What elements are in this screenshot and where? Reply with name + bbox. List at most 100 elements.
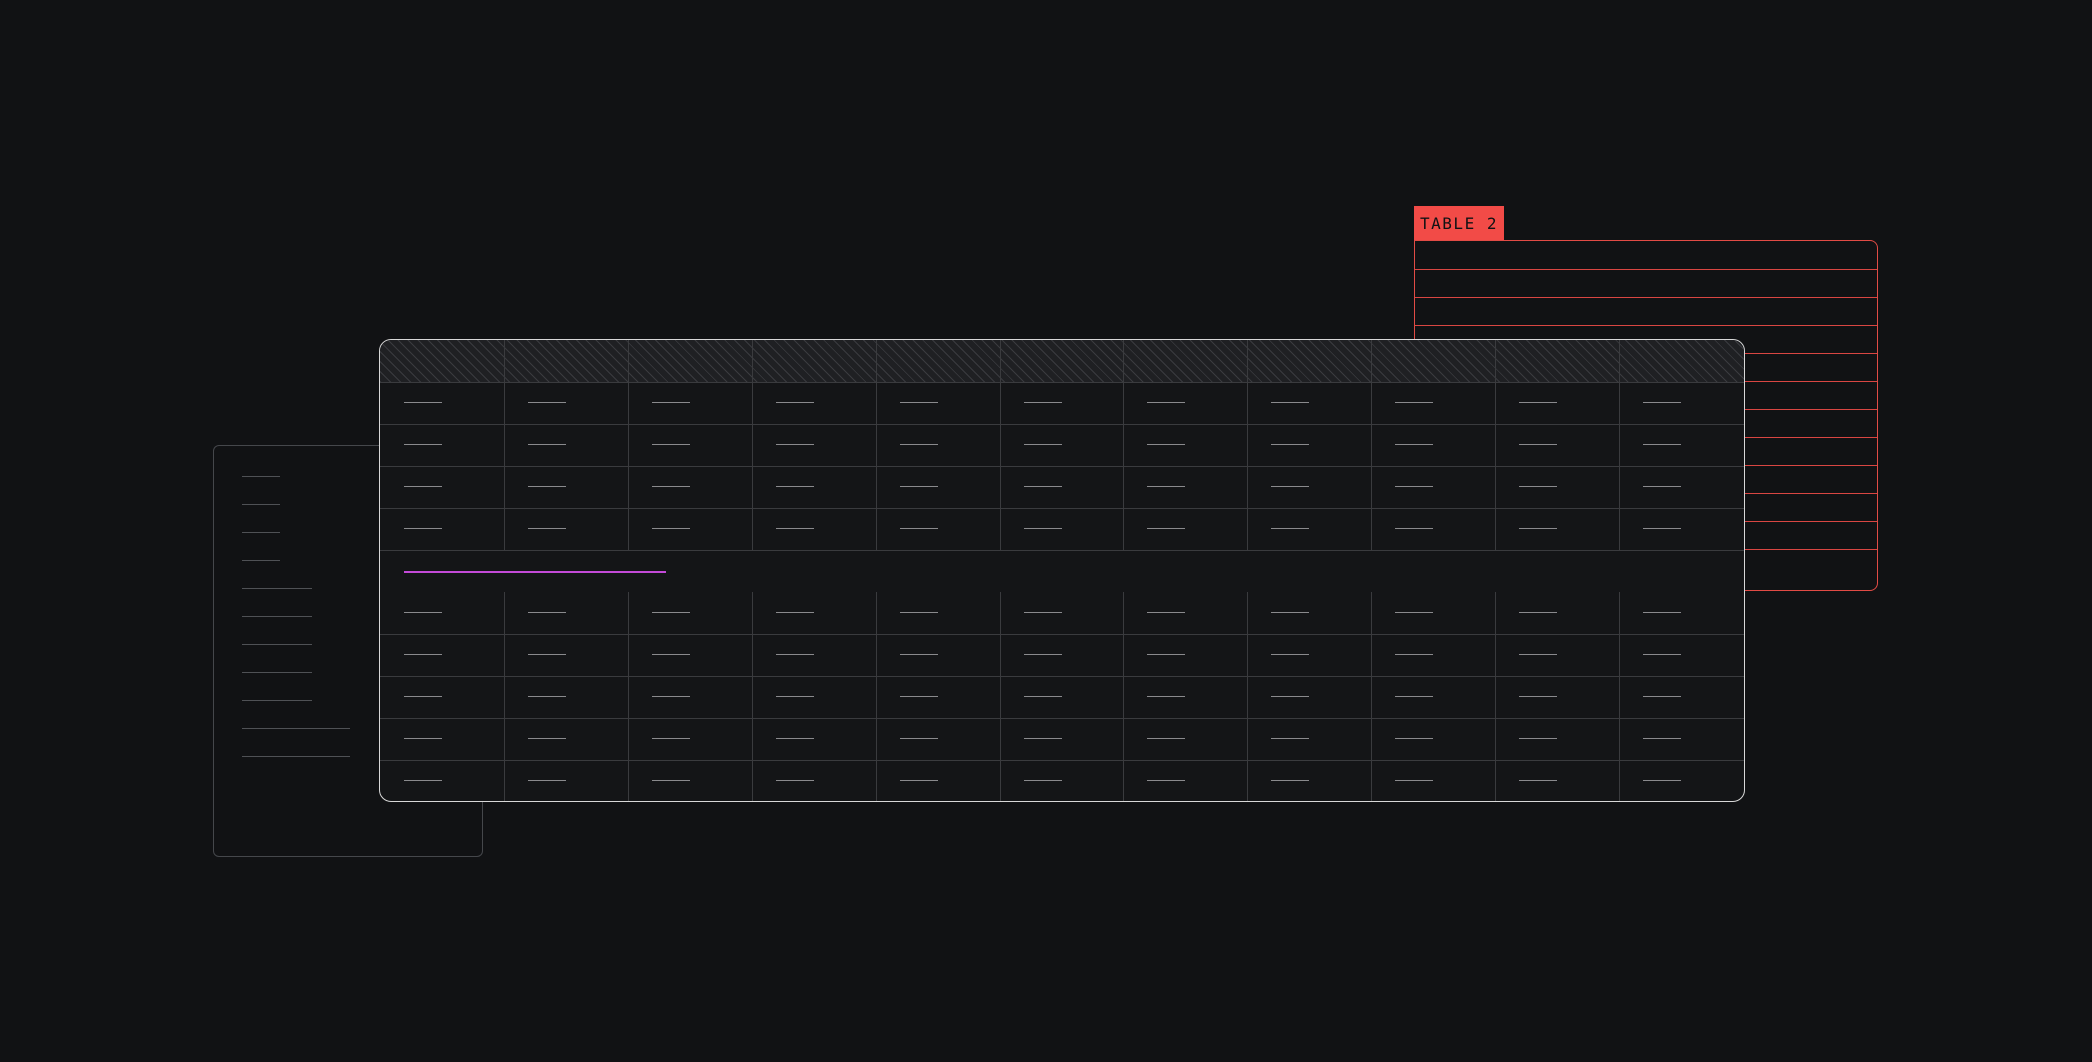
cell-placeholder[interactable]: [1643, 612, 1681, 613]
cell-placeholder[interactable]: [404, 612, 442, 613]
cell-placeholder[interactable]: [528, 696, 566, 697]
cell-placeholder[interactable]: [652, 444, 690, 445]
cell-placeholder[interactable]: [528, 780, 566, 781]
cell-placeholder[interactable]: [1519, 780, 1557, 781]
cell-placeholder[interactable]: [652, 612, 690, 613]
cell-placeholder[interactable]: [528, 402, 566, 403]
cell-placeholder[interactable]: [404, 654, 442, 655]
cell-placeholder[interactable]: [404, 780, 442, 781]
cell-placeholder[interactable]: [1643, 654, 1681, 655]
cell-placeholder[interactable]: [1147, 738, 1185, 739]
cell-placeholder[interactable]: [1519, 486, 1557, 487]
cell-placeholder[interactable]: [1395, 402, 1433, 403]
cell-placeholder[interactable]: [1395, 696, 1433, 697]
cell-placeholder[interactable]: [1271, 528, 1309, 529]
cell-placeholder[interactable]: [1395, 654, 1433, 655]
cell-placeholder[interactable]: [1271, 444, 1309, 445]
cell-placeholder[interactable]: [1271, 738, 1309, 739]
cell-placeholder[interactable]: [1271, 780, 1309, 781]
cell-placeholder[interactable]: [1147, 528, 1185, 529]
cell-placeholder[interactable]: [1271, 654, 1309, 655]
cell-placeholder[interactable]: [528, 612, 566, 613]
cell-placeholder[interactable]: [1024, 738, 1062, 739]
cell-placeholder[interactable]: [528, 738, 566, 739]
cell-placeholder[interactable]: [776, 780, 814, 781]
cell-placeholder[interactable]: [900, 654, 938, 655]
cell-placeholder[interactable]: [1643, 486, 1681, 487]
cell-placeholder[interactable]: [1024, 444, 1062, 445]
cell-placeholder[interactable]: [528, 486, 566, 487]
cell-placeholder[interactable]: [1024, 612, 1062, 613]
cell-placeholder[interactable]: [1024, 696, 1062, 697]
cell-placeholder[interactable]: [1643, 780, 1681, 781]
cell-placeholder[interactable]: [404, 738, 442, 739]
cell-placeholder[interactable]: [1024, 486, 1062, 487]
cell-placeholder[interactable]: [900, 780, 938, 781]
cell-placeholder[interactable]: [1519, 444, 1557, 445]
cell-placeholder[interactable]: [1147, 402, 1185, 403]
cell-placeholder[interactable]: [1395, 738, 1433, 739]
cell-placeholder[interactable]: [1395, 444, 1433, 445]
cell-placeholder[interactable]: [652, 528, 690, 529]
cell-placeholder[interactable]: [900, 612, 938, 613]
cell-placeholder[interactable]: [1024, 780, 1062, 781]
cell-placeholder[interactable]: [1271, 612, 1309, 613]
cell-placeholder[interactable]: [1395, 780, 1433, 781]
cell-placeholder[interactable]: [776, 528, 814, 529]
cell-placeholder[interactable]: [1395, 528, 1433, 529]
cell-placeholder[interactable]: [776, 654, 814, 655]
cell-placeholder[interactable]: [1147, 486, 1185, 487]
cell-placeholder[interactable]: [1147, 696, 1185, 697]
cell-placeholder[interactable]: [776, 402, 814, 403]
cell-placeholder[interactable]: [1643, 444, 1681, 445]
cell-placeholder[interactable]: [1519, 654, 1557, 655]
cell-placeholder[interactable]: [776, 444, 814, 445]
cell-placeholder[interactable]: [776, 486, 814, 487]
cell-placeholder[interactable]: [1024, 402, 1062, 403]
cell-placeholder[interactable]: [652, 486, 690, 487]
cell-placeholder[interactable]: [1024, 654, 1062, 655]
cell-placeholder[interactable]: [404, 696, 442, 697]
cell-placeholder[interactable]: [1519, 738, 1557, 739]
cell-placeholder[interactable]: [528, 444, 566, 445]
cell-placeholder[interactable]: [404, 402, 442, 403]
cell-placeholder[interactable]: [900, 402, 938, 403]
cell-placeholder[interactable]: [404, 486, 442, 487]
cell-placeholder[interactable]: [404, 444, 442, 445]
cell-placeholder[interactable]: [1395, 612, 1433, 613]
cell-placeholder[interactable]: [1643, 738, 1681, 739]
cell-placeholder[interactable]: [528, 654, 566, 655]
cell-placeholder[interactable]: [900, 738, 938, 739]
cell-placeholder[interactable]: [1147, 612, 1185, 613]
cell-placeholder[interactable]: [900, 486, 938, 487]
cell-placeholder[interactable]: [1519, 696, 1557, 697]
cell-placeholder[interactable]: [404, 528, 442, 529]
cell-placeholder[interactable]: [776, 738, 814, 739]
cell-placeholder[interactable]: [652, 696, 690, 697]
cell-placeholder[interactable]: [652, 654, 690, 655]
cell-placeholder[interactable]: [652, 402, 690, 403]
cell-placeholder[interactable]: [1519, 402, 1557, 403]
cell-placeholder[interactable]: [1643, 696, 1681, 697]
cell-placeholder[interactable]: [900, 528, 938, 529]
cell-placeholder[interactable]: [1271, 486, 1309, 487]
cell-placeholder[interactable]: [1519, 528, 1557, 529]
cell-placeholder[interactable]: [652, 738, 690, 739]
table-2-tab[interactable]: TABLE 2: [1414, 206, 1504, 241]
cell-placeholder[interactable]: [776, 612, 814, 613]
cell-placeholder[interactable]: [1395, 486, 1433, 487]
cell-placeholder[interactable]: [1024, 528, 1062, 529]
cell-placeholder[interactable]: [528, 528, 566, 529]
cell-placeholder[interactable]: [1643, 528, 1681, 529]
cell-placeholder[interactable]: [1147, 654, 1185, 655]
cell-placeholder[interactable]: [900, 696, 938, 697]
cell-placeholder[interactable]: [1643, 402, 1681, 403]
highlighted-row-bar[interactable]: [404, 571, 666, 573]
cell-placeholder[interactable]: [1271, 402, 1309, 403]
cell-placeholder[interactable]: [1147, 780, 1185, 781]
cell-placeholder[interactable]: [1519, 612, 1557, 613]
cell-placeholder[interactable]: [900, 444, 938, 445]
cell-placeholder[interactable]: [652, 780, 690, 781]
cell-placeholder[interactable]: [1271, 696, 1309, 697]
cell-placeholder[interactable]: [1147, 444, 1185, 445]
